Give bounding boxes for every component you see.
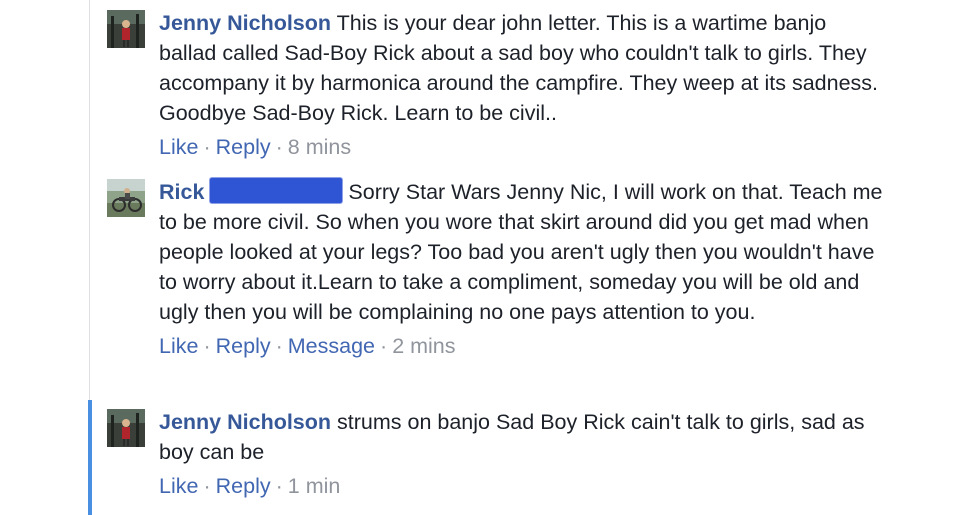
comment-actions: Like · Reply · 1 min	[159, 471, 889, 501]
comment-author-link[interactable]: Jenny Nicholson	[159, 11, 331, 35]
reply-button[interactable]: Reply	[216, 474, 271, 498]
separator-dot: ·	[203, 334, 211, 358]
comment-body: Jenny Nicholson This is your dear john l…	[159, 8, 889, 162]
comment-actions: Like · Reply · 8 mins	[159, 132, 889, 162]
separator-dot: ·	[275, 474, 283, 498]
reply-button[interactable]: Reply	[216, 135, 271, 159]
like-button[interactable]: Like	[159, 474, 198, 498]
active-reply-indicator	[88, 400, 92, 515]
like-button[interactable]: Like	[159, 334, 198, 358]
avatar-image	[107, 10, 145, 48]
avatar-image	[107, 179, 145, 217]
avatar[interactable]	[107, 10, 145, 48]
separator-dot: ·	[380, 334, 388, 358]
message-button[interactable]: Message	[288, 334, 375, 358]
comment-timestamp[interactable]: 2 mins	[392, 334, 455, 358]
comment-body: Rick Sorry Star Wars Jenny Nic, I will wo…	[159, 177, 889, 361]
reply-button[interactable]: Reply	[216, 334, 271, 358]
avatar[interactable]	[107, 409, 145, 447]
comment-actions: Like · Reply · Message · 2 mins	[159, 331, 889, 361]
separator-dot: ·	[203, 135, 211, 159]
comment-thread: Jenny Nicholson This is your dear john l…	[0, 0, 960, 515]
avatar[interactable]	[107, 179, 145, 217]
comment-timestamp[interactable]: 8 mins	[288, 135, 351, 159]
like-button[interactable]: Like	[159, 135, 198, 159]
avatar-image	[107, 409, 145, 447]
comment-author-link[interactable]: Jenny Nicholson	[159, 410, 331, 434]
comment-timestamp[interactable]: 1 min	[288, 474, 341, 498]
comment-body: Jenny Nicholson strums on banjo Sad Boy …	[159, 407, 889, 501]
separator-dot: ·	[275, 334, 283, 358]
separator-dot: ·	[203, 474, 211, 498]
redacted-name-block	[210, 178, 343, 203]
comment-author-link[interactable]: Rick	[159, 180, 204, 204]
separator-dot: ·	[275, 135, 283, 159]
